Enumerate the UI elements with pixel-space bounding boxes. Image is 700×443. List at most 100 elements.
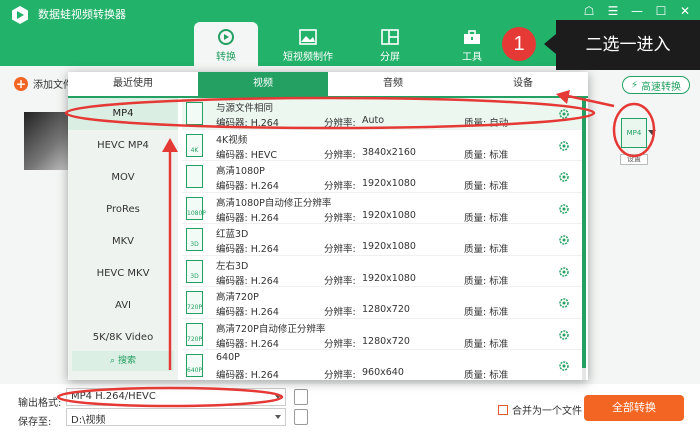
menu-icon[interactable]: ☰ [606,4,620,18]
gear-icon[interactable] [558,234,570,246]
preset-row[interactable]: 1080P 高清1080P自动修正分辨率 编码器: H.264 分辨率: 1920x10… [182,193,582,224]
video-thumbnail[interactable] [24,112,72,170]
encoder-value: H.264 [250,338,279,350]
toolbox-icon [464,30,480,44]
preset-row[interactable]: 720P 高清720P自动修正分辨率 编码器: H.264 分辨率: 1280x720 质… [182,319,582,350]
scrollbar-thumb[interactable] [582,98,586,368]
quality-value: 标准 [489,149,509,161]
quality-value: 标准 [489,244,509,255]
preset-encoder: 编码器: H.264 [216,367,279,380]
resolution-label: 分辨率: [324,212,356,224]
category-item[interactable]: MP4 [68,98,178,130]
preset-name: 高清720P [216,292,259,303]
preset-encoder: 编码器: H.264 [216,336,279,350]
preset-row[interactable]: 与源文件相同 编码器: H.264 分辨率: Auto 质量: 自动 [182,98,582,130]
tab-video[interactable]: 视频 [198,72,328,96]
output-format-value: MP4 H.264/HEVC [71,391,156,402]
resolution-value: 3840x2160 [362,146,416,158]
refresh-icon [218,29,234,45]
category-item[interactable]: HEVC MKV [68,258,178,290]
resolution-label: 分辨率: [324,307,356,318]
gear-icon[interactable] [558,266,570,278]
quality-value: 自动 [489,118,509,129]
preset-tag: 4K [190,146,199,154]
plus-icon: + [14,76,28,91]
video-file-icon: 3D [186,228,203,251]
settings-button[interactable]: 设置 [620,154,648,165]
category-item[interactable]: MKV [68,226,178,258]
preset-row[interactable]: 4K 4K视频 编码器: HEVC 分辨率: 3840x2160 质量: 标准 [182,130,582,161]
resolution-value: 1280x720 [362,335,410,347]
skin-icon[interactable]: ☖ [582,4,596,18]
convert-all-button[interactable]: 全部转换 [584,395,684,421]
folder-icon[interactable] [294,409,308,425]
gear-icon[interactable] [558,360,570,372]
category-item[interactable]: AVI [68,290,178,322]
video-file-icon: 4K [186,133,203,157]
tab-recent[interactable]: 最近使用 [68,72,198,96]
preset-row[interactable]: 640P 640P 编码器: H.264 分辨率: 960x640 质量: 标准 [182,350,582,380]
window-controls: ☖ ☰ — ☐ ✕ [582,4,692,18]
format-tabs: 最近使用 视频 音频 设备 [68,72,588,98]
fast-convert-button[interactable]: ⚡ 高速转换 [622,76,690,94]
nav-tab-split-screen[interactable]: 分屏 [358,22,422,66]
format-settings-icon[interactable] [294,389,308,405]
quality-label: 质量: [464,275,487,287]
chevron-down-icon[interactable] [648,130,656,135]
minimize-icon[interactable]: — [630,4,644,18]
quality-label: 质量: [464,118,487,129]
search-button[interactable]: ⌕ 搜索 [72,351,174,371]
gear-icon[interactable] [558,108,570,120]
encoder-value: H.264 [250,244,279,255]
preset-tag: 640P [187,367,203,374]
gear-icon[interactable] [558,203,570,215]
merge-option[interactable]: 合并为一个文件 [498,402,582,417]
preset-encoder: 编码器: H.264 [216,273,279,287]
video-file-icon [186,165,203,188]
preset-row[interactable]: 高清1080P 编码器: H.264 分辨率: 1920x1080 质量: 标准 [182,161,582,193]
encoder-value: H.264 [250,212,279,224]
encoder-value: H.264 [250,307,279,318]
add-files-label: 添加文件 [33,80,73,91]
resolution-value: 1920x1080 [362,241,416,252]
preset-row[interactable]: 3D 红蓝3D 编码器: H.264 分辨率: 1920x1080 质量: 标准 [182,224,582,256]
quality-value: 标准 [489,338,509,350]
quality-value: 标准 [489,181,509,192]
maximize-icon[interactable]: ☐ [654,4,668,18]
category-item[interactable]: ProRes [68,194,178,226]
resolution-label: 分辨率: [324,118,356,129]
gear-icon[interactable] [558,329,570,341]
preset-scrollbar[interactable] [582,98,586,380]
nav-tab-convert[interactable]: 转换 [194,22,258,66]
encoder-value: H.264 [250,181,279,192]
merge-checkbox[interactable] [498,404,508,415]
gear-icon[interactable] [558,297,570,309]
encoder-label: 编码器: [216,275,248,287]
preset-quality: 质量: 标准 [464,304,508,318]
preset-row[interactable]: 3D 左右3D 编码器: H.264 分辨率: 1920x1080 质量: 标准 [182,256,582,287]
output-format-select[interactable]: MP4 H.264/HEVC [66,388,286,406]
nav-tab-label: 转换 [216,52,236,63]
category-item[interactable]: 5K/8K Video [68,322,178,354]
lightning-icon: ⚡ [630,79,639,91]
close-icon[interactable]: ✕ [678,4,692,18]
gear-icon[interactable] [558,171,570,183]
resolution-label: 分辨率: [324,181,356,192]
nav-tab-label: 工具 [462,52,482,63]
encoder-value: HEVC [250,149,278,161]
resolution-value: 1920x1080 [362,178,416,189]
nav-tab-short-video[interactable]: 短视频制作 [276,22,340,66]
preset-tag: 1080P [187,209,206,217]
category-item[interactable]: MOV [68,162,178,194]
gear-icon[interactable] [558,140,570,152]
nav-tab-tools[interactable]: 工具 [440,22,504,66]
save-path-select[interactable]: D:\视频 [66,408,286,426]
tab-audio[interactable]: 音频 [328,72,458,96]
preset-row[interactable]: 720P 高清720P 编码器: H.264 分辨率: 1280x720 质量: 标准 [182,287,582,319]
category-item[interactable]: HEVC MP4 [68,130,178,162]
output-format-icon[interactable]: MP4 [621,118,647,148]
resolution-value: 960x640 [362,367,404,378]
add-files-button[interactable]: + 添加文件 [14,76,73,91]
tab-device[interactable]: 设备 [458,72,588,96]
preset-name: 左右3D [216,260,249,272]
